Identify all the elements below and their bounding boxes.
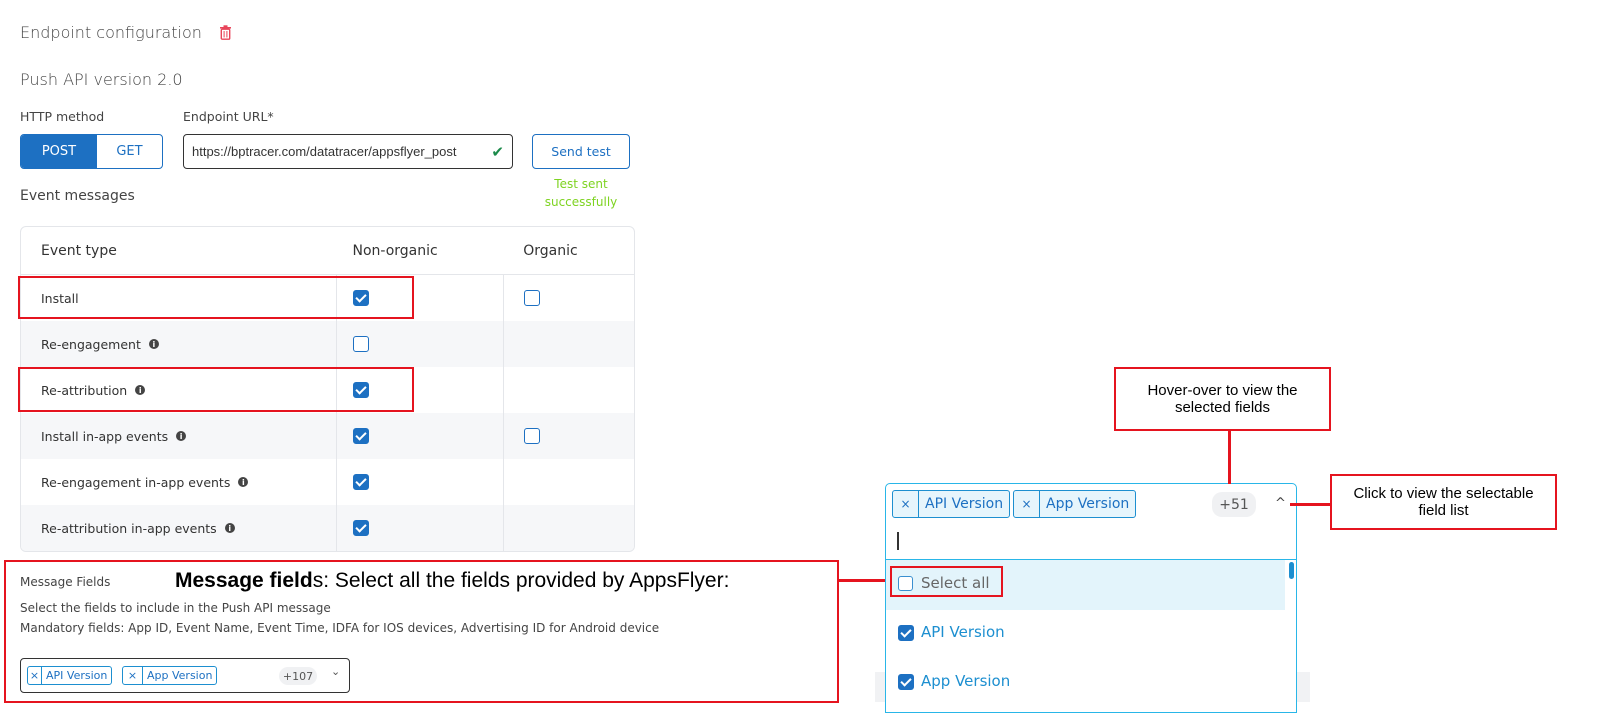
non-organic-checkbox[interactable] bbox=[353, 474, 370, 490]
organic-checkbox[interactable] bbox=[524, 290, 541, 306]
mandatory-fields: Mandatory fields: App ID, Event Name, Ev… bbox=[20, 621, 660, 635]
event-type-name: Re-engagement in-app events bbox=[41, 474, 231, 490]
remove-tag-icon[interactable]: × bbox=[123, 667, 143, 684]
endpoint-url-label: Endpoint URL* bbox=[183, 109, 274, 124]
get-option[interactable]: GET bbox=[97, 135, 162, 168]
tag-app-version: × App Version bbox=[1013, 490, 1137, 518]
col-non-organic: Non-organic bbox=[352, 242, 438, 259]
annotation-hover: Hover-over to view the selected fields bbox=[1114, 367, 1331, 431]
chevron-down-icon[interactable]: ⌄ bbox=[331, 665, 340, 678]
event-type-name: Install in-app events bbox=[41, 428, 169, 444]
table-row: Re-engagement i bbox=[21, 321, 634, 367]
more-count-badge[interactable]: +51 bbox=[1212, 492, 1256, 517]
push-api-version: Push API version 2.0 bbox=[20, 70, 183, 89]
annotation-connector bbox=[1290, 503, 1331, 506]
annotation-click: Click to view the selectable field list bbox=[1330, 474, 1557, 530]
col-organic: Organic bbox=[523, 242, 578, 259]
info-icon[interactable]: i bbox=[148, 339, 159, 349]
message-fields-select[interactable]: × API Version × App Version +107 ⌄ bbox=[20, 658, 350, 693]
table-row: Re-attribution in-app events i bbox=[21, 505, 634, 551]
info-icon[interactable]: i bbox=[176, 431, 187, 441]
option-app-version[interactable]: App Version bbox=[886, 659, 1285, 707]
info-icon[interactable]: i bbox=[238, 477, 249, 487]
message-fields-annotation: Message fields: Select all the fields pr… bbox=[175, 569, 730, 592]
highlight-select-all bbox=[890, 566, 1003, 597]
endpoint-url-value: https://bptracer.com/datatracer/appsflye… bbox=[192, 144, 457, 159]
highlight-install bbox=[18, 276, 414, 319]
message-fields-label: Message Fields bbox=[20, 575, 111, 589]
checkbox[interactable] bbox=[898, 625, 914, 641]
test-status: Test sent successfully bbox=[544, 177, 618, 209]
info-icon[interactable]: i bbox=[224, 523, 235, 533]
remove-tag-icon[interactable]: × bbox=[1014, 491, 1040, 517]
organic-checkbox[interactable] bbox=[524, 428, 541, 444]
http-method-toggle: POST GET bbox=[20, 134, 163, 169]
tag-app-version: × App Version bbox=[122, 666, 218, 685]
tag-api-version: × API Version bbox=[892, 490, 1011, 518]
non-organic-checkbox[interactable] bbox=[353, 428, 370, 444]
event-messages-label: Event messages bbox=[20, 188, 135, 204]
table-row: Install in-app events i bbox=[21, 413, 634, 459]
chevron-up-icon[interactable]: ^ bbox=[1275, 496, 1286, 511]
checkbox[interactable] bbox=[898, 674, 914, 690]
page-title: Endpoint configuration bbox=[20, 23, 202, 42]
remove-tag-icon[interactable]: × bbox=[28, 667, 42, 684]
annotation-connector bbox=[838, 579, 890, 582]
endpoint-url-input[interactable]: https://bptracer.com/datatracer/appsflye… bbox=[183, 134, 513, 169]
field-dropdown: × API Version × App Version +51 ^ Select a… bbox=[885, 483, 1297, 713]
scrollbar[interactable] bbox=[1289, 562, 1294, 579]
trash-icon[interactable] bbox=[219, 25, 232, 44]
tag-api-version: × API Version bbox=[27, 666, 113, 685]
remove-tag-icon[interactable]: × bbox=[893, 491, 919, 517]
search-input[interactable] bbox=[897, 532, 899, 550]
more-count-badge[interactable]: +107 bbox=[279, 667, 317, 685]
check-icon: ✔ bbox=[491, 142, 504, 161]
table-row: Re-engagement in-app events i bbox=[21, 459, 634, 505]
event-type-name: Re-attribution in-app events bbox=[41, 520, 217, 536]
http-method-label: HTTP method bbox=[20, 109, 105, 124]
col-event-type: Event type bbox=[41, 242, 117, 259]
send-test-button[interactable]: Send test bbox=[532, 134, 630, 169]
post-option[interactable]: POST bbox=[21, 135, 97, 168]
highlight-reattribution bbox=[18, 367, 414, 412]
annotation-connector bbox=[1228, 430, 1231, 484]
event-type-name: Re-engagement bbox=[41, 336, 141, 352]
option-api-version[interactable]: API Version bbox=[886, 610, 1285, 658]
non-organic-checkbox[interactable] bbox=[353, 520, 370, 536]
non-organic-checkbox[interactable] bbox=[353, 336, 370, 352]
message-fields-description: Select the fields to include in the Push… bbox=[20, 601, 331, 615]
